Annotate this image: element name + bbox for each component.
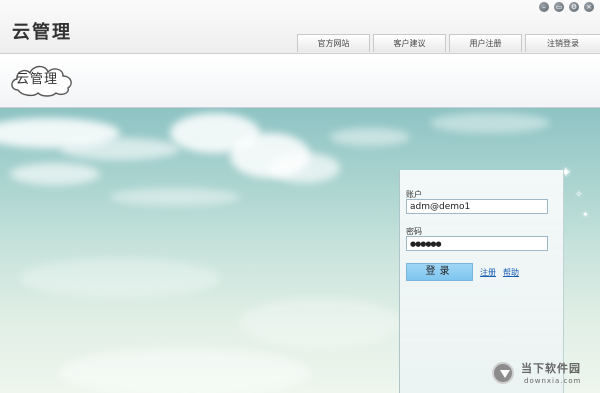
top-nav: 官方网站 客户建议 用户注册 注销登录 — [297, 34, 600, 52]
tab-user-register[interactable]: 用户注册 — [449, 34, 522, 52]
watermark: 当下软件园 downxia.com — [492, 360, 600, 390]
minimize-icon[interactable]: – — [539, 2, 549, 12]
tab-official-site[interactable]: 官方网站 — [297, 34, 370, 52]
account-input[interactable] — [406, 199, 548, 214]
register-link[interactable]: 注册 — [480, 267, 496, 278]
logo-text: 云管理 — [16, 72, 59, 87]
settings-icon[interactable]: ⚙ — [569, 2, 579, 12]
top-header: 云管理 – ▭ ⚙ × 官方网站 客户建议 用户注册 注销登录 — [0, 0, 600, 54]
restore-icon[interactable]: ▭ — [554, 2, 564, 12]
tab-customer-feedback[interactable]: 客户建议 — [373, 34, 446, 52]
window-controls: – ▭ ⚙ × — [539, 2, 594, 12]
logo-strip: 云管理 — [0, 54, 600, 108]
login-button[interactable]: 登录 — [406, 263, 473, 281]
tab-logout[interactable]: 注销登录 — [525, 34, 600, 52]
watermark-url: downxia.com — [524, 377, 582, 385]
password-input[interactable] — [406, 236, 548, 251]
download-icon — [492, 362, 514, 384]
close-icon[interactable]: × — [584, 2, 594, 12]
watermark-title: 当下软件园 — [521, 362, 581, 375]
sparkle-icon: ✧ — [575, 190, 583, 200]
help-link[interactable]: 帮助 — [503, 267, 519, 278]
app-title: 云管理 — [12, 22, 72, 43]
sparkle-icon: ✦ — [582, 210, 589, 219]
